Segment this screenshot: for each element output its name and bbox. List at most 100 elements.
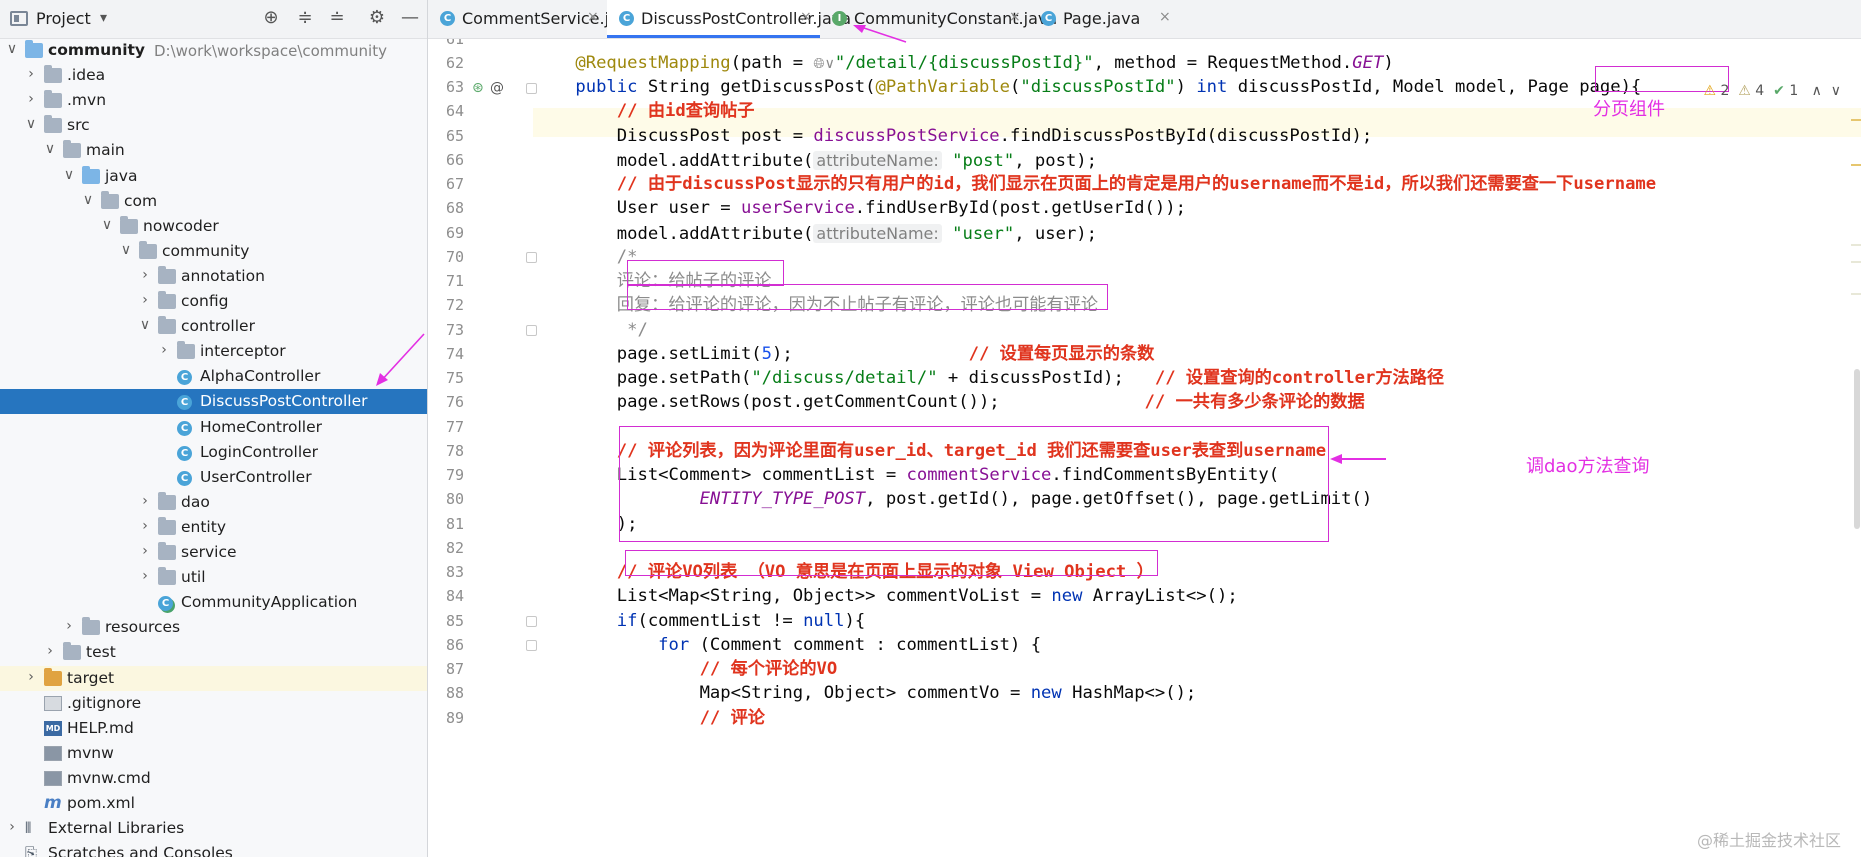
tree-item-label: community (48, 41, 146, 59)
gear-icon[interactable]: ⚙ (366, 7, 388, 29)
tab-label: Page.java (1063, 9, 1141, 28)
tree-item[interactable]: › service (0, 540, 427, 565)
tree-item[interactable]: C DiscussPostController (0, 389, 427, 415)
tree-item-label: pom.xml (67, 794, 135, 812)
tree-item[interactable]: › resources (0, 615, 427, 640)
close-icon[interactable]: × (1009, 9, 1021, 25)
scroll-marker[interactable] (1851, 244, 1861, 246)
code-token: // 设置每页显示的条数 (803, 343, 1155, 364)
folder-icon (63, 140, 81, 159)
tree-item[interactable]: › .idea (0, 63, 427, 88)
reply-highlight-box (627, 284, 1108, 310)
tree-item[interactable]: C LoginController (0, 440, 427, 465)
scroll-marker[interactable] (1851, 261, 1861, 263)
chevron-down-icon[interactable]: ∨ (100, 217, 114, 233)
code-line[interactable]: page.setRows(post.getCommentCount()); //… (534, 388, 1365, 417)
close-icon[interactable]: × (800, 9, 812, 25)
chevron-down-icon[interactable]: ∨ (24, 116, 38, 132)
chevron-right-icon[interactable]: › (24, 669, 38, 685)
code-editor[interactable]: 6162636465666768697071727374757677787980… (428, 39, 1861, 857)
chevron-right-icon[interactable]: › (24, 66, 38, 82)
tree-item[interactable]: › config (0, 289, 427, 314)
tree-item[interactable]: › util (0, 565, 427, 590)
tree-item[interactable]: ∨ src (0, 113, 427, 138)
tree-item[interactable]: ∨ nowcoder (0, 214, 427, 239)
tree-item-path: D:\work\workspace\community (154, 42, 387, 60)
tree-item[interactable]: ∨ java (0, 164, 427, 189)
tree-item[interactable]: › annotation (0, 264, 427, 289)
tree-item[interactable]: › entity (0, 515, 427, 540)
code-line[interactable]: // 评论 (534, 704, 765, 733)
minimize-icon[interactable]: — (399, 7, 421, 29)
tree-item[interactable]: C CommunityApplication (0, 590, 427, 615)
scroll-marker[interactable] (1851, 293, 1861, 295)
chevron-right-icon[interactable]: › (138, 493, 152, 509)
tree-item[interactable]: C HomeController (0, 415, 427, 440)
class-icon: C (440, 11, 455, 26)
code-token: */ (534, 319, 648, 340)
chevron-right-icon[interactable]: › (157, 342, 171, 358)
endpoint-icon[interactable]: ⊛ (472, 80, 484, 96)
tree-item[interactable]: › test (0, 640, 427, 665)
crosshair-icon[interactable]: ⊕ (260, 7, 282, 29)
project-title[interactable]: Project (36, 9, 91, 28)
editor-tab[interactable]: C Page.java × (1029, 0, 1179, 38)
code-token: public (534, 77, 648, 98)
tree-item[interactable]: C UserController (0, 465, 427, 490)
tree-item[interactable]: › ⫴ External Libraries (0, 816, 427, 841)
tree-item[interactable]: › .mvn (0, 88, 427, 113)
chevron-right-icon[interactable]: › (138, 543, 152, 559)
chevron-right-icon[interactable]: › (5, 819, 19, 835)
tree-item[interactable]: ∨ controller (0, 314, 427, 339)
collapse-all-icon[interactable]: ≐ (326, 7, 348, 29)
chevron-down-icon[interactable]: ∨ (138, 317, 152, 333)
expand-all-icon[interactable]: ≑ (294, 7, 316, 29)
editor-tab[interactable]: C CommentService.java × (428, 0, 638, 38)
tree-item[interactable]: › interceptor (0, 339, 427, 364)
tree-item[interactable]: ∨ com (0, 189, 427, 214)
chevron-right-icon[interactable]: › (138, 568, 152, 584)
chevron-down-icon[interactable]: ∨ (1831, 83, 1841, 99)
tree-item-label: com (124, 191, 158, 210)
chevron-down-icon[interactable]: ∨ (5, 41, 19, 57)
tree-item[interactable]: m pom.xml (0, 791, 427, 816)
tree-item[interactable]: ∨ main (0, 138, 427, 163)
tree-item[interactable]: ∨ community (0, 239, 427, 264)
chevron-right-icon[interactable]: › (24, 91, 38, 107)
chevron-down-icon[interactable]: ▾ (100, 10, 107, 26)
close-icon[interactable]: × (587, 9, 599, 25)
chevron-right-icon[interactable]: › (43, 643, 57, 659)
tree-item[interactable]: MD HELP.md (0, 716, 427, 741)
inspection-widget[interactable]: ⚠ 2 ⚠ 4 ✔ 1 ∧ ∨ (1703, 83, 1841, 99)
tree-item[interactable]: › dao (0, 490, 427, 515)
scroll-marker[interactable] (1851, 164, 1861, 166)
spring-app-class-icon: C (158, 596, 173, 612)
annotation-icon[interactable]: @ (490, 80, 504, 96)
scroll-marker[interactable] (1851, 119, 1861, 121)
tree-item[interactable]: C AlphaController (0, 364, 427, 389)
close-icon[interactable]: × (1159, 9, 1171, 25)
chevron-up-icon[interactable]: ∧ (1812, 83, 1822, 99)
chevron-right-icon[interactable]: › (138, 292, 152, 308)
chevron-down-icon[interactable]: ∨ (62, 167, 76, 183)
code-token: // 每个评论的VO (534, 659, 838, 680)
tree-item[interactable]: ∨ community D:\work\workspace\community (0, 38, 427, 63)
class-icon: C (177, 420, 192, 436)
tree-item[interactable]: mvnw.cmd (0, 766, 427, 791)
tree-item[interactable]: › target (0, 665, 427, 691)
code-token: page.setLimit( (534, 343, 762, 364)
script-file-icon (44, 745, 62, 761)
chevron-right-icon[interactable]: › (138, 267, 152, 283)
chevron-down-icon[interactable]: ∨ (119, 242, 133, 258)
tree-item[interactable]: mvnw (0, 741, 427, 766)
tree-item[interactable]: .gitignore (0, 691, 427, 716)
editor-tab[interactable]: C DiscussPostController.java × (607, 0, 851, 38)
vertical-scrollbar[interactable] (1854, 369, 1860, 529)
chevron-down-icon[interactable]: ∨ (43, 141, 57, 157)
code-token: /* (534, 246, 638, 267)
folder-icon (158, 542, 176, 560)
chevron-right-icon[interactable]: › (138, 518, 152, 534)
tree-item[interactable]: ⎘ Scratches and Consoles (0, 841, 427, 857)
chevron-right-icon[interactable]: › (62, 618, 76, 634)
chevron-down-icon[interactable]: ∨ (81, 192, 95, 208)
